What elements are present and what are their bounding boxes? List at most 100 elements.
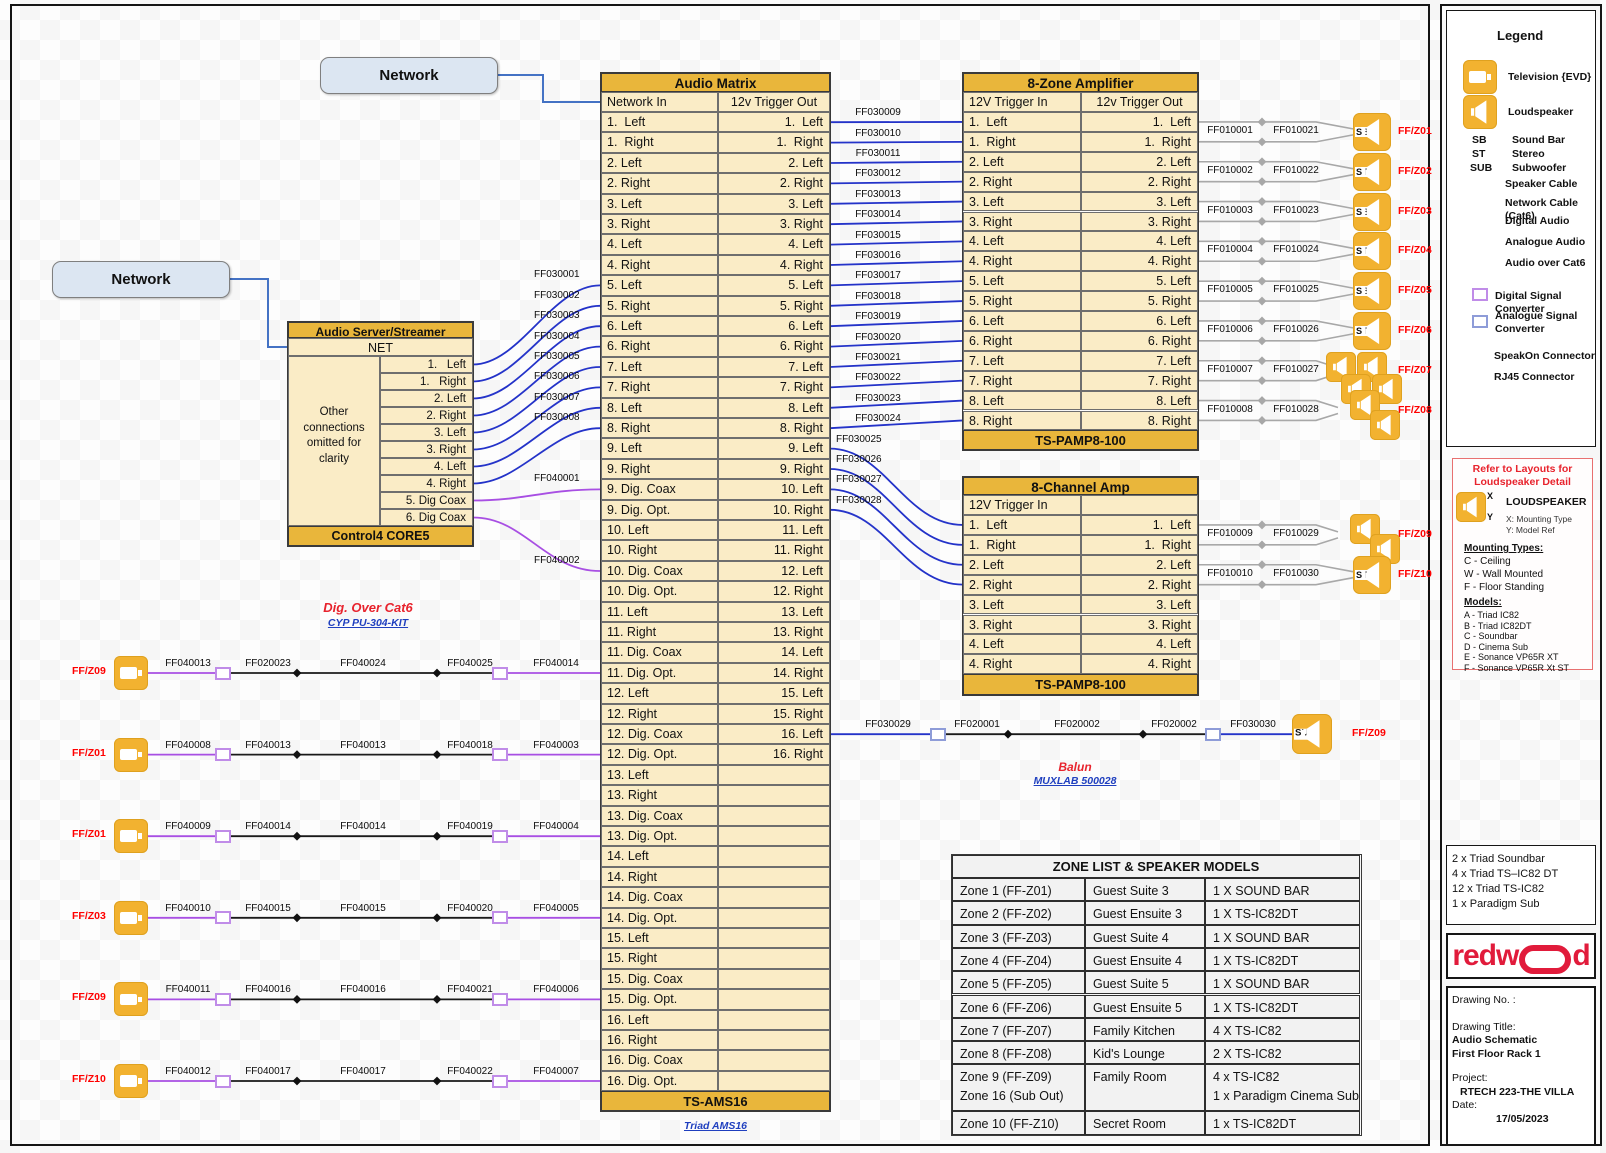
table-cell: 3. Left [601,194,718,214]
wire-label: FF010025 [1268,285,1324,295]
table-cell [718,1071,830,1091]
speaker-cone-glyph [1370,410,1400,440]
table-cell: 8. Right [601,418,718,438]
legend-item-label: RJ45 Connector [1494,371,1575,384]
table-cell: 7. Left [1081,351,1198,371]
wire-label: FF030008 [534,413,580,423]
table-cell: 10. Right [601,540,718,560]
table-cell: 12. Left [601,683,718,703]
logo-oo-glyph [1519,945,1571,974]
title-block-line: Drawing Title: [1452,1021,1516,1033]
speaker-cone-path [1362,159,1379,185]
table-cell: Network In [601,92,718,112]
legend-converter-sample [1472,315,1488,328]
wire-label: FF040015 [238,904,298,914]
table-cell: 7. Right [1081,371,1198,391]
speaker-cone-glyph [1353,312,1391,350]
table-cell: 11. Dig. Coax [601,642,718,662]
wire-label: FF040011 [160,985,216,995]
table-cell: 13. Dig. Coax [601,806,718,826]
wire-label: FF040014 [333,822,393,832]
zone-label: FF/Z09 [72,992,116,1003]
wire-label: FF040013 [333,741,393,751]
detail-box-title: Refer to Layouts for Loudspeaker Detail [1452,463,1593,488]
wire-label: FF010010 [1202,569,1258,579]
table-cell: 14. Dig. Opt. [601,908,718,928]
table-cell: 13. Right [601,785,718,805]
channel-amp-model: TS-PAMP8-100 [963,674,1198,695]
table-cell: 11. Right [601,622,718,642]
zone-table-cell: 4 X TS-IC82 [1205,1018,1360,1041]
zone-table-cell: Zone 9 (FF-Z09) Zone 16 (Sub Out) [952,1064,1085,1111]
mounting-x-label: X [1487,491,1493,501]
wire-label: FF030019 [845,312,911,322]
table-cell: 1. Left [601,112,718,132]
wire-label: FF040025 [440,659,500,669]
table-cell: 8. Left [963,391,1081,411]
tv-tab-glyph [138,1078,142,1083]
table-cell [718,765,830,785]
wire-label: FF030027 [836,475,894,485]
table-cell: 4. Left [718,234,830,254]
table-cell: 5. Right [1081,291,1198,311]
speaker-cone-glyph [1456,492,1486,522]
analogue-signal-converter [930,728,946,741]
zone-label: FF/Z03 [1398,206,1432,217]
mounting-type-item: C - Ceiling [1464,556,1511,567]
digital-signal-converter [215,1075,231,1088]
wire-label: FF030002 [534,291,580,301]
wire-label: FF010003 [1202,206,1258,216]
table-cell: 1. Right [1081,132,1198,152]
channel-amp-title: 8-Channel Amp [963,477,1198,495]
table-cell: 3. Left [718,194,830,214]
table-cell: 1. Right [963,535,1081,555]
balun-link[interactable]: MUXLAB 500028 [1015,775,1135,787]
speaker-cone-glyph [1353,113,1391,151]
wire-label: FF030003 [534,311,580,321]
legend-item-label: SpeakOn Connector [1494,350,1595,363]
wire-label: FF010006 [1202,325,1258,335]
zone-table-cell: Zone 2 (FF-Z02) [952,901,1085,924]
table-cell: 16. Right [718,744,830,764]
logo-text-pre: redw [1452,939,1518,973]
zone-label: FF/Z01 [1398,126,1432,137]
wire-label: FF040021 [440,985,500,995]
zone-label: FF/Z07 [1398,365,1432,376]
server-note: Other connections omitted for clarity [288,356,380,526]
wire-label: FF010029 [1268,529,1324,539]
wire-label: FF040024 [333,659,393,669]
table-cell: 9. Right [718,459,830,479]
table-cell: 3. Left [963,595,1081,615]
wire-label: FF040022 [440,1067,500,1077]
zone-table-cell: Zone 10 (FF-Z10) [952,1111,1085,1134]
table-cell: 5. Left [1081,271,1198,291]
speaker-cone-glyph [1353,153,1391,191]
digital-signal-converter [215,911,231,924]
table-cell: 11. Dig. Opt. [601,663,718,683]
zone-label: FF/Z09 [1398,529,1432,540]
zone-table-cell: Zone 1 (FF-Z01) [952,878,1085,901]
wire-label: FF030028 [836,496,894,506]
redwood-logo: redwd [1446,933,1596,979]
audio-matrix-link[interactable]: Triad AMS16 [656,1120,776,1132]
zone-table-cell: Family Kitchen [1085,1018,1205,1041]
zone-table-cell: Guest Suite 3 [1085,878,1205,901]
table-cell: 3. Left [1081,595,1198,615]
legend-item-label: Loudspeaker [1508,106,1573,119]
title-block-line: Date: [1452,1099,1477,1111]
wire-label: FF030010 [845,129,911,139]
model-y-label: Y [1487,512,1493,522]
title-block-line: Audio Schematic [1452,1034,1537,1046]
dig-over-cat6-link[interactable]: CYP PU-304-KIT [298,617,438,629]
title-block-line: Project: [1452,1072,1488,1084]
tv-screen-glyph [1469,71,1487,83]
table-cell [718,908,830,928]
legend-item-label: Analogue Signal Converter [1495,310,1577,336]
zone-table-title: ZONE LIST & SPEAKER MODELS [952,855,1360,878]
table-cell: 12. Right [718,581,830,601]
tv-screen-glyph [120,830,138,842]
zone-label: FF/Z01 [72,748,116,759]
audio-server-title: Audio Server/Streamer [288,322,473,338]
table-cell: 14. Left [601,846,718,866]
zone-label: FF/Z09 [1352,728,1386,739]
